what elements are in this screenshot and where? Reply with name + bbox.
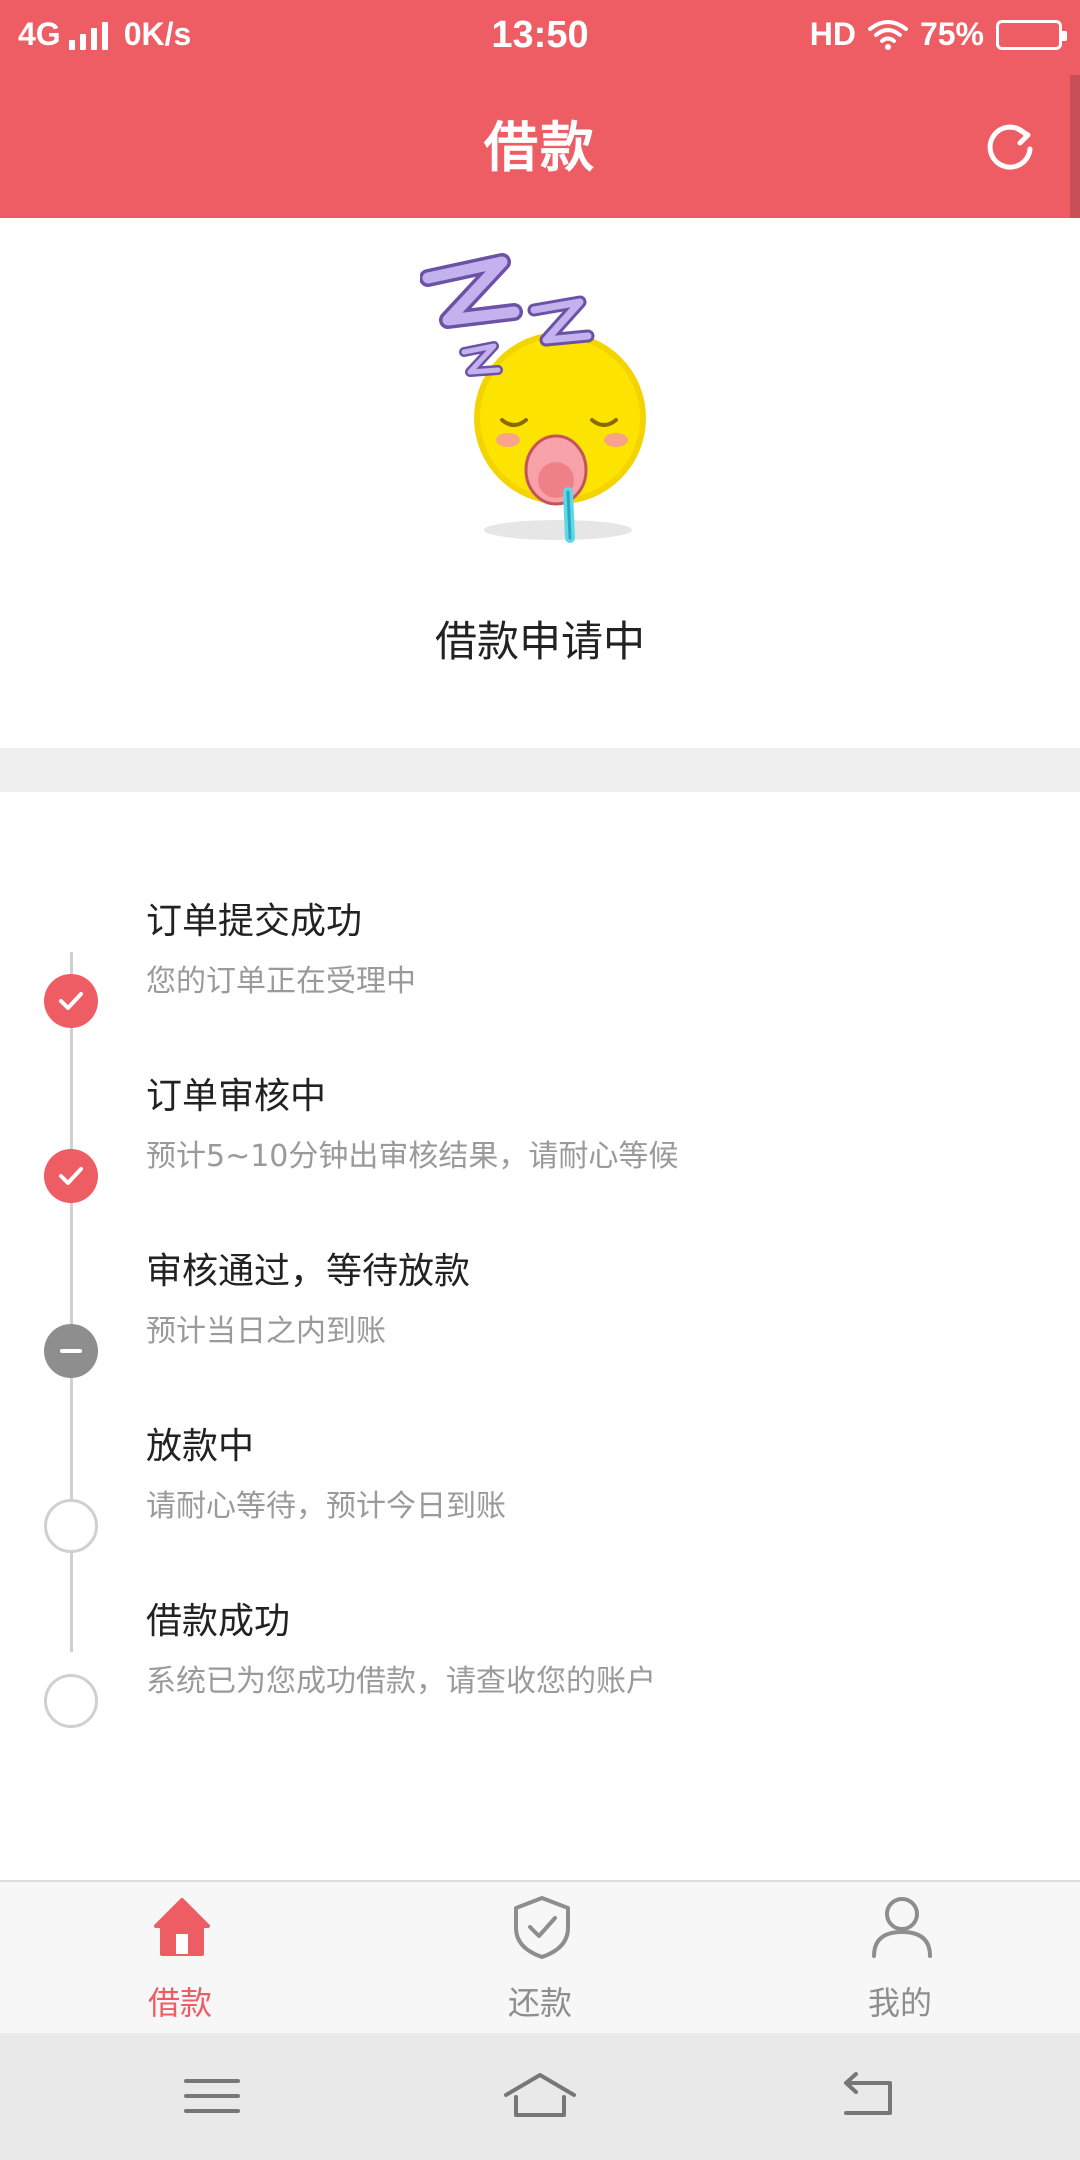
timeline-step: 订单审核中 预计5~10分钟出审核结果，请耐心等候: [0, 1067, 1080, 1227]
timeline-step: 借款成功 系统已为您成功借款，请查收您的账户: [0, 1592, 1080, 1752]
hd-indicator: HD: [809, 16, 856, 52]
home-icon: [154, 1898, 210, 1956]
wifi-icon: [867, 19, 908, 50]
sleeping-emoji-illustration: [420, 253, 646, 543]
check-circle-icon: [44, 974, 98, 1028]
step-title: 订单提交成功: [146, 901, 363, 942]
check-circle-icon: [44, 1149, 98, 1203]
battery-icon: [996, 19, 1067, 50]
step-description: 预计5~10分钟出审核结果，请耐心等候: [146, 1139, 679, 1174]
application-status-text: 借款申请中: [434, 617, 645, 666]
battery-percent: 75%: [919, 16, 984, 52]
scrollbar-thumb[interactable]: [1070, 75, 1080, 218]
step-title: 借款成功: [146, 1601, 291, 1642]
shield-check-icon: [514, 1896, 570, 1959]
menu-icon[interactable]: [172, 2063, 252, 2129]
empty-circle-icon: [44, 1674, 98, 1728]
loan-status-hero: 借款申请中: [0, 218, 1080, 748]
step-description: 预计当日之内到账: [146, 1314, 386, 1349]
page-title: 借款: [484, 116, 596, 179]
app-header: 借款: [0, 75, 1080, 218]
empty-circle-icon: [44, 1499, 98, 1553]
timeline-step: 放款中 请耐心等待，预计今日到账: [0, 1417, 1080, 1577]
tab-borrow[interactable]: 借款: [0, 1882, 360, 2035]
back-icon[interactable]: [828, 2063, 908, 2129]
user-icon: [872, 1897, 932, 1958]
section-divider: [0, 748, 1080, 792]
home-outline-icon[interactable]: [500, 2063, 580, 2129]
step-title: 放款中: [146, 1426, 255, 1467]
step-description: 您的订单正在受理中: [146, 964, 416, 999]
status-bar: 4G 0K/s 13:50 HD 75%: [0, 0, 1080, 75]
system-navigation-bar: [0, 2033, 1080, 2160]
step-title: 审核通过，等待放款: [146, 1251, 471, 1292]
tab-repay[interactable]: 还款: [360, 1882, 720, 2035]
tab-label: 我的: [867, 1984, 932, 2022]
tab-label: 还款: [507, 1984, 572, 2022]
step-description: 系统已为您成功借款，请查收您的账户: [146, 1664, 656, 1699]
timeline-step: 审核通过，等待放款 预计当日之内到账: [0, 1242, 1080, 1402]
status-right: HD 75%: [809, 16, 1067, 53]
minus-circle-icon: [44, 1324, 98, 1378]
timeline-step: 订单提交成功 您的订单正在受理中: [0, 892, 1080, 1052]
refresh-icon[interactable]: [978, 115, 1042, 179]
step-description: 请耐心等待，预计今日到账: [146, 1489, 506, 1524]
tab-mine[interactable]: 我的: [720, 1882, 1080, 2035]
progress-timeline: 订单提交成功 您的订单正在受理中 订单审核中 预计5~10分钟出审核结果，请耐心…: [0, 792, 1080, 1880]
tab-label: 借款: [147, 1984, 212, 2022]
bottom-tab-bar: 借款 还款 我的: [0, 1880, 1080, 2033]
step-title: 订单审核中: [146, 1076, 327, 1117]
